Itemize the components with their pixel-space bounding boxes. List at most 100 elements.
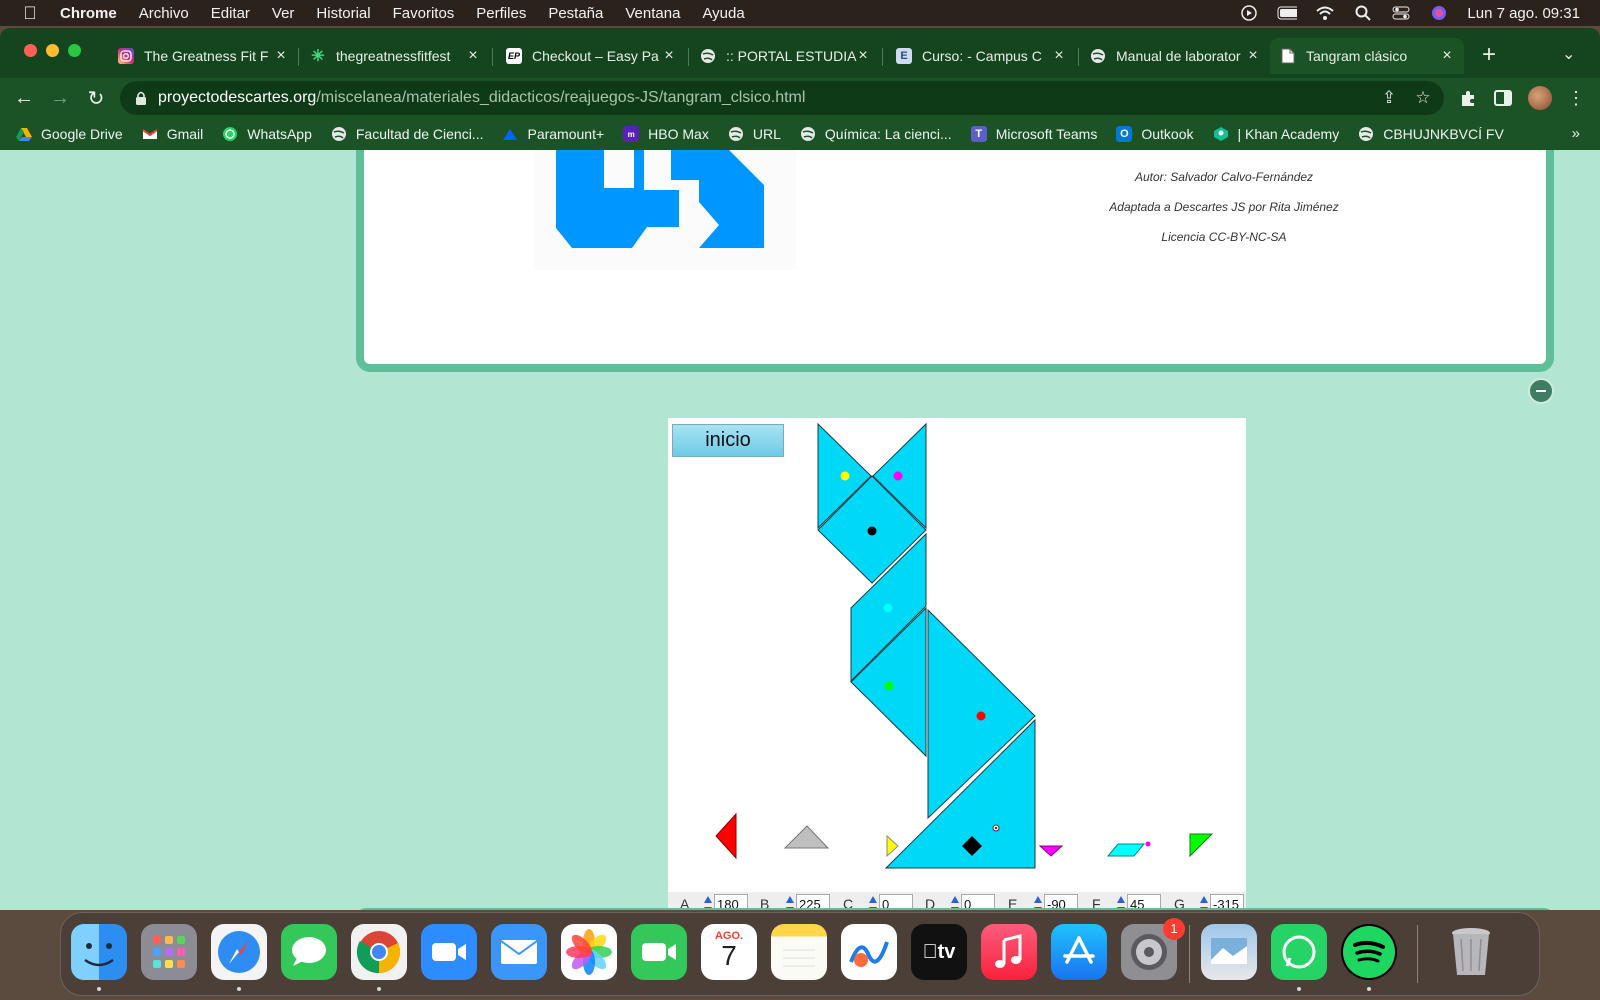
share-icon[interactable]: ⇪ <box>1378 87 1400 109</box>
preview-icon[interactable] <box>1201 924 1257 980</box>
trash-icon[interactable] <box>1443 924 1499 980</box>
piece-handle-yellow[interactable] <box>840 471 850 481</box>
menu-app-name[interactable]: Chrome <box>60 5 117 22</box>
safari-icon[interactable] <box>211 924 267 980</box>
header-card: Autor: Salvador Calvo-Fernández Adaptada… <box>356 150 1554 372</box>
address-bar[interactable]: proyectodescartes.org/miscelanea/materia… <box>120 81 1444 115</box>
tab-checkout-easypay[interactable]: EP Checkout – Easy Pa × <box>496 38 686 74</box>
tab-campus-curso[interactable]: E Curso: - Campus C × <box>886 38 1076 74</box>
tab-separator <box>882 48 883 66</box>
close-tab-icon[interactable]: × <box>464 47 482 65</box>
spotlight-search-icon[interactable] <box>1353 5 1373 21</box>
url-text[interactable]: proyectodescartes.org/miscelanea/materia… <box>158 89 805 107</box>
palette-red-triangle[interactable] <box>715 812 737 860</box>
menu-historial[interactable]: Historial <box>316 5 370 22</box>
piece-handle-cyan[interactable] <box>883 603 893 613</box>
bookmark-facultad-ciencias[interactable]: Facultad de Cienci... <box>331 126 483 142</box>
spotify-icon[interactable] <box>1341 924 1397 980</box>
back-arrow-icon[interactable]: ← <box>10 84 38 112</box>
minimize-window-button[interactable] <box>46 44 59 57</box>
safari-running-dot <box>237 987 241 991</box>
menu-editar[interactable]: Editar <box>211 5 250 22</box>
menu-pestana[interactable]: Pestaña <box>548 5 603 22</box>
mail-icon[interactable] <box>491 924 547 980</box>
palette-green-triangle[interactable] <box>1189 833 1214 858</box>
chrome-icon[interactable] <box>351 924 407 980</box>
menubar-clock[interactable]: Lun 7 ago. 09:31 <box>1467 5 1580 22</box>
menu-ayuda[interactable]: Ayuda <box>702 5 744 22</box>
menu-ver[interactable]: Ver <box>272 5 295 22</box>
campus-icon: E <box>896 48 912 64</box>
whatsapp-app-icon[interactable] <box>1271 924 1327 980</box>
piece-handle-black[interactable] <box>867 526 877 536</box>
profile-avatar[interactable] <box>1528 86 1552 110</box>
battery-icon[interactable] <box>1277 5 1298 21</box>
notes-icon[interactable] <box>771 924 827 980</box>
launchpad-icon[interactable] <box>141 924 197 980</box>
bookmark-outlook[interactable]: O Outkook <box>1116 126 1194 142</box>
reload-icon[interactable]: ↻ <box>82 84 110 112</box>
bookmark-whatsapp[interactable]: WhatsApp <box>222 126 312 142</box>
control-center-icon[interactable] <box>1391 5 1411 21</box>
play-status-icon[interactable] <box>1239 5 1259 21</box>
extensions-puzzle-icon[interactable] <box>1454 84 1482 112</box>
close-window-button[interactable] <box>24 44 37 57</box>
close-tab-icon[interactable]: × <box>1438 47 1456 65</box>
tab-greatnessfitfest[interactable]: ✳ thegreatnessfitfest × <box>300 38 490 74</box>
menu-favoritos[interactable]: Favoritos <box>393 5 455 22</box>
palette-cyan-parallelogram[interactable] <box>1106 843 1146 857</box>
palette-magenta-triangle[interactable] <box>1038 845 1064 857</box>
palette-gray-triangle[interactable] <box>783 825 830 849</box>
bookmark-cbhujnkbvci[interactable]: CBHUJNKBVCÍ FV <box>1358 126 1504 142</box>
close-tab-icon[interactable]: × <box>854 47 872 65</box>
bookmark-hbo-max[interactable]: m HBO Max <box>623 126 709 142</box>
bookmark-gmail[interactable]: Gmail <box>142 126 203 142</box>
finder-icon[interactable] <box>71 924 127 980</box>
bookmark-microsoft-teams[interactable]: T Microsoft Teams <box>970 126 1097 142</box>
close-tab-icon[interactable]: × <box>660 47 678 65</box>
zoom-icon[interactable] <box>421 924 477 980</box>
tab-tangram-clasico[interactable]: Tangram clásico × <box>1270 38 1464 74</box>
bookmark-url[interactable]: URL <box>728 126 781 142</box>
messages-icon[interactable] <box>281 924 337 980</box>
apple-menu-icon[interactable]:  <box>20 3 40 23</box>
close-tab-icon[interactable]: × <box>272 47 290 65</box>
chrome-menu-icon[interactable]: ⋮ <box>1562 84 1590 112</box>
close-tab-icon[interactable]: × <box>1244 47 1262 65</box>
collapse-minus-button[interactable] <box>1528 378 1554 404</box>
side-panel-icon[interactable] <box>1489 84 1517 112</box>
facetime-icon[interactable] <box>631 924 687 980</box>
forward-arrow-icon[interactable]: → <box>46 84 74 112</box>
palette-yellow-triangle[interactable] <box>886 834 899 858</box>
bookmark-google-drive[interactable]: Google Drive <box>16 126 123 142</box>
calendar-icon[interactable]: AGO. 7 <box>701 924 757 980</box>
palette-parallelogram-handle[interactable] <box>1145 841 1151 847</box>
tab-manual-laboratorio[interactable]: Manual de laborator × <box>1080 38 1270 74</box>
wifi-icon[interactable] <box>1315 5 1335 21</box>
photos-icon[interactable] <box>561 924 617 980</box>
siri-icon[interactable] <box>1429 5 1449 21</box>
bookmark-khan-academy[interactable]: | Khan Academy <box>1213 126 1339 142</box>
bookmarks-overflow-icon[interactable]: » <box>1572 125 1580 142</box>
piece-handle-magenta[interactable] <box>893 471 903 481</box>
app-store-icon[interactable] <box>1051 924 1107 980</box>
tab-search-chevron-icon[interactable]: ⌄ <box>1562 44 1575 64</box>
lock-icon[interactable] <box>134 90 148 106</box>
freeform-icon[interactable] <box>841 924 897 980</box>
menu-archivo[interactable]: Archivo <box>139 5 189 22</box>
apple-tv-icon[interactable]: tv <box>911 924 967 980</box>
menu-ventana[interactable]: Ventana <box>625 5 680 22</box>
new-tab-button[interactable]: + <box>1476 42 1502 68</box>
bookmark-paramount[interactable]: Paramount+ <box>502 126 604 142</box>
music-icon[interactable] <box>981 924 1037 980</box>
close-tab-icon[interactable]: × <box>1050 47 1068 65</box>
piece-handle-red[interactable] <box>976 711 986 721</box>
tab-portal-estudiantes[interactable]: :: PORTAL ESTUDIA × <box>690 38 880 74</box>
bookmark-quimica[interactable]: Química: La cienci... <box>800 126 952 142</box>
system-settings-icon[interactable]: 1 <box>1121 918 1185 980</box>
menu-perfiles[interactable]: Perfiles <box>476 5 526 22</box>
tab-greatness-instagram[interactable]: The Greatness Fit F × <box>108 38 298 74</box>
bookmark-star-icon[interactable]: ☆ <box>1412 87 1434 109</box>
piece-handle-green[interactable] <box>884 681 894 691</box>
fullscreen-window-button[interactable] <box>68 44 81 57</box>
